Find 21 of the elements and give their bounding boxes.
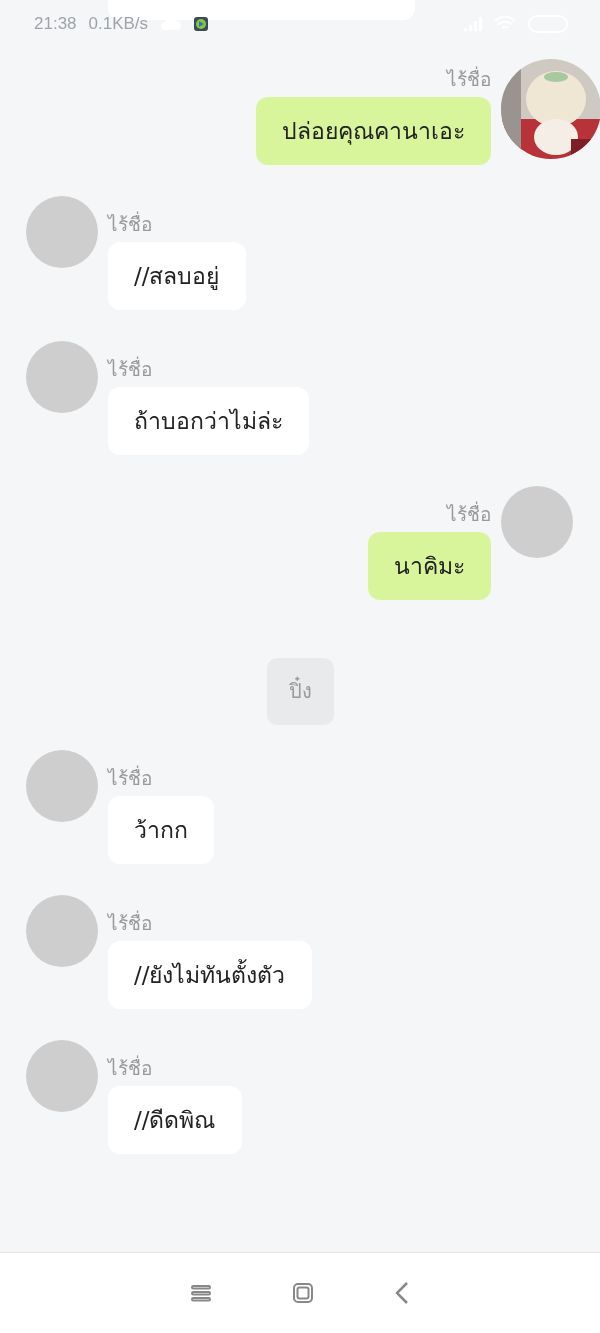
message-bubble: ปล่อยคุณคานาเอะ xyxy=(256,97,491,165)
message-bubble: ว้ากก xyxy=(108,796,214,864)
message-bubble: //ยังไม่ทันตั้งตัว xyxy=(108,941,312,1009)
message-bubble: ถ้าบอกว่าไม่ล่ะ xyxy=(108,387,309,455)
home-icon[interactable] xyxy=(292,1282,314,1304)
back-icon[interactable] xyxy=(394,1281,410,1305)
system-message: ปิ๋ง xyxy=(266,658,334,725)
sender-name: ไร้ชื่อ xyxy=(108,355,152,382)
network-speed: 0.1KB/s xyxy=(88,14,149,34)
menu-icon[interactable] xyxy=(190,1284,212,1302)
sender-name: ไร้ชื่อ xyxy=(108,764,152,791)
sender-name: ไร้ชื่อ xyxy=(108,210,152,237)
message-bubble: นาคิมะ xyxy=(368,532,491,600)
app-icon xyxy=(194,17,209,31)
status-time: 21:38 xyxy=(34,14,77,34)
sender-name: ไร้ชื่อ xyxy=(108,1054,152,1081)
sender-name: ไร้ชื่อ xyxy=(447,500,491,527)
sender-name: ไร้ชื่อ xyxy=(447,65,491,92)
message-bubble: //ดีดพิณ xyxy=(108,1086,242,1154)
sender-name: ไร้ชื่อ xyxy=(108,909,152,936)
message-bubble: //สลบอยู่ xyxy=(108,242,246,310)
